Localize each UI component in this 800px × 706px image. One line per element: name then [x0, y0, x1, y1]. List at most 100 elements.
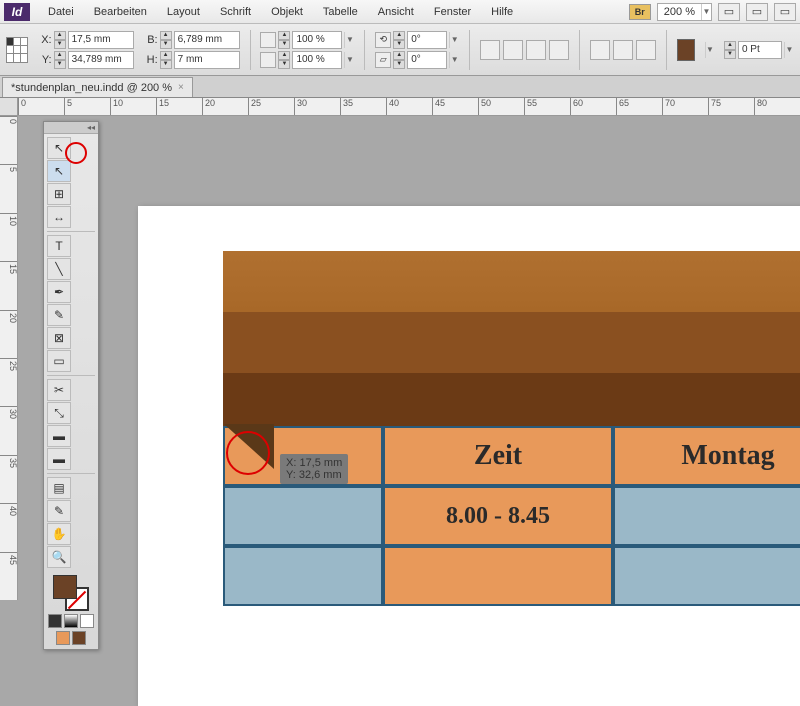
scissors-tool[interactable]: ✂	[47, 379, 71, 401]
fill-stroke-proxy[interactable]	[53, 575, 89, 611]
menu-schrift[interactable]: Schrift	[210, 0, 261, 24]
chevron-down-icon[interactable]: ▼	[449, 32, 459, 48]
apply-gradient-button[interactable]	[64, 614, 78, 628]
rotate-ccw-button[interactable]	[503, 40, 523, 60]
y-input[interactable]	[68, 51, 134, 69]
shear-stepper[interactable]: ▲▼	[393, 51, 405, 69]
type-tool[interactable]: T	[47, 235, 71, 257]
cell-montag-header[interactable]: Montag	[613, 426, 800, 486]
chevron-down-icon[interactable]: ▼	[344, 52, 354, 68]
reference-point[interactable]	[6, 37, 28, 63]
tooltip-y: Y: 32,6 mm	[286, 469, 342, 481]
w-input[interactable]	[174, 31, 240, 49]
cell-time-slot[interactable]: 8.00 - 8.45	[383, 486, 613, 546]
cell-time-slot[interactable]	[383, 546, 613, 606]
scale-x-icon	[260, 32, 276, 48]
hand-tool[interactable]: ✋	[47, 523, 71, 545]
menu-bar: Id Datei Bearbeiten Layout Schrift Objek…	[0, 0, 800, 24]
menu-layout[interactable]: Layout	[157, 0, 210, 24]
cell-montag-slot2[interactable]	[613, 546, 800, 606]
rectangle-tool[interactable]: ▭	[47, 350, 71, 372]
stroke-weight-input[interactable]	[738, 41, 782, 59]
sy-stepper[interactable]: ▲▼	[278, 51, 290, 69]
apply-none-button[interactable]	[80, 614, 94, 628]
h-input[interactable]	[174, 51, 240, 69]
menu-datei[interactable]: Datei	[38, 0, 84, 24]
menu-ansicht[interactable]: Ansicht	[368, 0, 424, 24]
fit-content-button[interactable]	[636, 40, 656, 60]
canvas[interactable]: Zeit Montag 8.00 - 8.45 X: 17,5 mm Y: 32…	[18, 116, 800, 600]
panel-collapse[interactable]: ◂◂	[44, 122, 98, 134]
w-stepper[interactable]: ▲▼	[160, 31, 172, 49]
h-label: H:	[144, 54, 158, 66]
direct-selection-tool[interactable]: ↖	[47, 160, 71, 182]
menu-objekt[interactable]: Objekt	[261, 0, 313, 24]
line-tool[interactable]: ╲	[47, 258, 71, 280]
tools-panel[interactable]: ◂◂ ↖ ↖ ⊞ ↔ T ╲ ✒ ✎ ⊠ ▭ ✂ ⤡ ▬ ▬ ▤ ✎ ✋ 🔍	[43, 121, 99, 650]
chevron-down-icon[interactable]: ▼	[701, 4, 711, 20]
menu-tabelle[interactable]: Tabelle	[313, 0, 368, 24]
fill-swatch[interactable]	[677, 39, 695, 61]
pencil-tool[interactable]: ✎	[47, 304, 71, 326]
page-tool[interactable]: ⊞	[47, 183, 71, 205]
sx-stepper[interactable]: ▲▼	[278, 31, 290, 49]
shear-input[interactable]	[407, 51, 447, 69]
x-input[interactable]	[68, 31, 134, 49]
y-stepper[interactable]: ▲▼	[54, 51, 66, 69]
chevron-down-icon[interactable]: ▼	[449, 52, 459, 68]
normal-view-button[interactable]	[56, 631, 70, 645]
gradient-feather-tool[interactable]: ▬	[47, 448, 71, 470]
rotate-cw-button[interactable]	[480, 40, 500, 60]
gap-tool[interactable]: ↔	[47, 206, 71, 228]
cell-zeit-header[interactable]: Zeit	[383, 426, 613, 486]
flip-v-button[interactable]	[549, 40, 569, 60]
timetable[interactable]: Zeit Montag 8.00 - 8.45	[223, 426, 800, 606]
free-transform-tool[interactable]: ⤡	[47, 402, 71, 424]
control-panel: X:▲▼ Y:▲▼ B:▲▼ H:▲▼ ▲▼▼ ▲▼▼ ⟲▲▼▼ ▱▲▼▼ ▼ …	[0, 24, 800, 76]
gradient-header-object[interactable]	[223, 251, 800, 436]
scale-y-icon	[260, 52, 276, 68]
eyedropper-tool[interactable]: ✎	[47, 500, 71, 522]
select-content-button[interactable]	[613, 40, 633, 60]
h-stepper[interactable]: ▲▼	[160, 51, 172, 69]
pen-tool[interactable]: ✒	[47, 281, 71, 303]
rot-stepper[interactable]: ▲▼	[393, 31, 405, 49]
annotation-circle	[226, 431, 270, 475]
chevron-down-icon[interactable]: ▼	[705, 42, 714, 58]
cell-montag-slot1[interactable]	[613, 486, 800, 546]
view-mode-button[interactable]: ▭	[718, 3, 740, 21]
cell-row-label[interactable]	[223, 546, 383, 606]
chevron-down-icon[interactable]: ▼	[344, 32, 354, 48]
gradient-swatch-tool[interactable]: ▬	[47, 425, 71, 447]
scale-y-input[interactable]	[292, 51, 342, 69]
apply-color-button[interactable]	[48, 614, 62, 628]
close-icon[interactable]: ×	[178, 82, 184, 93]
menu-bearbeiten[interactable]: Bearbeiten	[84, 0, 157, 24]
ruler-origin[interactable]	[0, 98, 18, 116]
note-tool[interactable]: ▤	[47, 477, 71, 499]
w-label: B:	[144, 34, 158, 46]
tab-label: *stundenplan_neu.indd @ 200 %	[11, 82, 172, 94]
bridge-button[interactable]: Br	[629, 4, 651, 20]
fill-color[interactable]	[53, 575, 77, 599]
tooltip-x: X: 17,5 mm	[286, 457, 342, 469]
cell-row-label[interactable]	[223, 486, 383, 546]
menu-fenster[interactable]: Fenster	[424, 0, 481, 24]
preview-view-button[interactable]	[72, 631, 86, 645]
ruler-horizontal[interactable]: 05101520253035404550556065707580	[18, 98, 800, 116]
document-tab[interactable]: *stundenplan_neu.indd @ 200 % ×	[2, 77, 193, 97]
ruler-vertical[interactable]: 051015202530354045	[0, 116, 18, 600]
x-stepper[interactable]: ▲▼	[54, 31, 66, 49]
chevron-down-icon[interactable]: ▼	[784, 42, 794, 58]
flip-h-button[interactable]	[526, 40, 546, 60]
screen-mode-button[interactable]: ▭	[746, 3, 768, 21]
rotation-input[interactable]	[407, 31, 447, 49]
arrange-button[interactable]: ▭	[774, 3, 796, 21]
zoom-level[interactable]: 200 %▼	[657, 3, 712, 21]
select-container-button[interactable]	[590, 40, 610, 60]
rectangle-frame-tool[interactable]: ⊠	[47, 327, 71, 349]
stroke-stepper[interactable]: ▲▼	[724, 41, 736, 59]
menu-hilfe[interactable]: Hilfe	[481, 0, 523, 24]
scale-x-input[interactable]	[292, 31, 342, 49]
zoom-tool[interactable]: 🔍	[47, 546, 71, 568]
